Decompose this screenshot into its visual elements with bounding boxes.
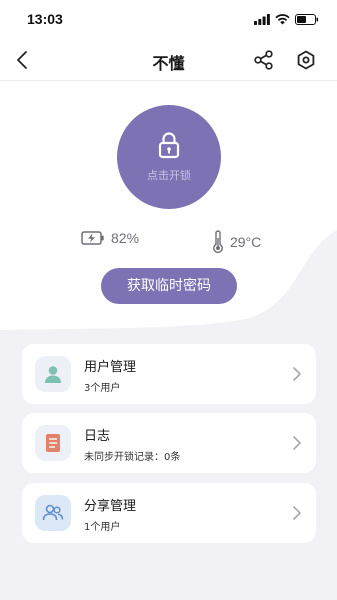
status-time: 13:03: [27, 11, 63, 27]
device-stats: 82% 29°C: [0, 230, 337, 254]
user-icon-badge: [35, 356, 71, 392]
temperature-stat: 29°C: [212, 230, 261, 254]
temperature-value: 29°C: [230, 234, 262, 250]
status-bar: 13:03: [0, 0, 337, 40]
share-users-icon: [42, 504, 64, 521]
card-subtitle: 3个用户: [84, 383, 121, 394]
battery-level: 82%: [111, 230, 140, 246]
log-icon-badge: [35, 425, 71, 461]
navigation-bar: 不懂: [0, 40, 337, 80]
user-management-card[interactable]: 用户管理 3个用户: [22, 344, 316, 404]
log-card[interactable]: 日志 未同步开锁记录：0条: [22, 413, 316, 473]
page-title: 不懂: [152, 54, 185, 73]
thermometer-icon: [213, 230, 223, 254]
battery-charging-icon: [81, 231, 104, 245]
get-temp-password-button[interactable]: 获取临时密码: [101, 268, 237, 304]
log-icon: [46, 434, 60, 452]
card-title: 分享管理: [84, 499, 137, 514]
unlock-label: 点击开锁: [147, 169, 191, 182]
card-subtitle: 未同步开锁记录：0条: [84, 452, 181, 463]
status-icons: [254, 13, 319, 25]
settings-icon[interactable]: [295, 49, 317, 71]
share-users-icon-badge: [35, 495, 71, 531]
chevron-right-icon: [293, 367, 301, 381]
card-title: 日志: [84, 429, 111, 444]
share-management-card[interactable]: 分享管理 1个用户: [22, 483, 316, 543]
user-icon: [45, 366, 61, 383]
card-title: 用户管理: [84, 360, 137, 375]
battery-status-icon: [295, 13, 319, 25]
lock-icon: [158, 132, 180, 159]
wifi-icon: [275, 13, 290, 24]
card-subtitle: 1个用户: [84, 522, 121, 533]
chevron-right-icon: [293, 506, 301, 520]
chevron-right-icon: [293, 436, 301, 450]
battery-stat: 82%: [81, 230, 139, 246]
signal-icon: [254, 13, 270, 25]
share-icon[interactable]: [253, 49, 275, 71]
nav-divider: [0, 80, 337, 81]
unlock-button[interactable]: 点击开锁: [117, 105, 221, 209]
